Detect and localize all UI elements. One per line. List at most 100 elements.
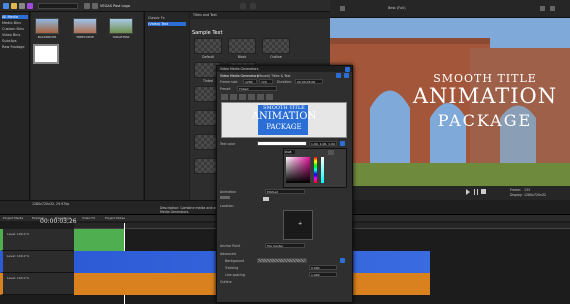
main-toolbar: VEGAS Post Logo [0,0,330,12]
sort-icon[interactable] [92,3,98,9]
play-icon[interactable] [466,189,470,195]
tab-project-media[interactable]: Project Media [3,216,23,220]
section-text-color[interactable]: Text color [220,142,235,146]
timecode-display: 00:00:03;26 [40,218,77,225]
alpha-slider[interactable] [321,157,324,183]
help-icon[interactable] [336,73,341,78]
track-level: Level: 100.0 % [7,254,30,258]
preset-thumb[interactable] [228,38,256,54]
settings-icon[interactable] [340,6,345,11]
save-icon[interactable] [19,3,25,9]
crosshair-icon: + [298,221,303,227]
fx-list-item[interactable]: Classic Fx [148,16,165,20]
text-tools-bar [221,94,299,100]
media-bin-tree: All Media Media Bins Custom Bins Video B… [0,12,30,200]
close-icon[interactable] [345,66,350,72]
dialog-subtitle: Video Media Generators [220,74,259,78]
preset-thumb[interactable] [262,38,290,54]
tree-item-raw-footage[interactable]: Raw Footage [2,45,25,49]
section-location[interactable]: Location [220,204,233,208]
info-icon[interactable] [344,73,349,78]
tab-project-notes[interactable]: Project Notes [105,216,125,220]
frame-size-label: Frame size: [220,80,239,84]
text-color-swatch[interactable] [257,141,307,146]
tile-icon[interactable] [240,3,246,9]
preview-toolbar: Best (Full) [330,0,570,18]
track-header-video2[interactable]: Level: 100.0 % [0,251,74,273]
text-preview-line2: ANIMATION [251,111,317,122]
tab-video-fx[interactable]: Video FX [82,216,95,220]
media-thumb[interactable] [35,18,59,34]
location-pad[interactable]: + [283,210,313,240]
save-frame-icon[interactable] [550,6,555,11]
cut-icon[interactable] [27,3,33,9]
tree-item-media-bins[interactable]: Media Bins [2,21,21,25]
media-thumb-selected[interactable] [33,44,59,64]
tree-item-subclips[interactable]: Subclips [2,39,17,43]
section-outline[interactable]: Outline [220,280,232,284]
open-icon[interactable] [11,3,17,9]
sample-text: Sample Text [192,30,223,36]
line-spacing-field[interactable]: 1.000 [309,272,337,277]
preset-label: Outline [270,55,282,59]
search-input[interactable] [38,3,78,9]
media-thumb-label: TREECURVE [76,35,94,39]
frame-width-field[interactable]: 1280 [243,79,257,84]
bold-icon[interactable] [221,94,228,100]
text-preview-box[interactable]: SMOOTH TITLE ANIMATION PACKAGE [221,102,347,138]
preview-title-line2: ANIMATION [412,84,558,108]
copy-frame-icon[interactable] [540,6,545,11]
hue-slider[interactable] [314,157,317,183]
section-advanced[interactable]: Advanced [220,252,236,256]
tree-item-all-media[interactable]: All Media [2,15,28,19]
tracking-field[interactable]: 0.000 [309,265,337,270]
preview-quality[interactable]: Best (Full) [388,6,406,10]
background-swatch[interactable] [257,258,307,263]
background-label: Background [225,259,245,263]
scale-slider[interactable] [220,196,230,199]
preset-label: Black [237,55,247,59]
scale-thumb[interactable] [263,197,269,201]
color-mode[interactable]: RGB [285,150,295,154]
display-value: 1280x720x32 [524,193,547,197]
align-left-icon[interactable] [239,94,246,100]
keyframe-icon[interactable] [340,141,345,146]
fx-list-item-selected[interactable]: (Video) Text [148,22,186,26]
duration-field[interactable]: 00:00:05;00 [295,79,323,84]
font-icon[interactable] [266,94,273,100]
preset-label: Preset: [220,87,232,91]
list-icon[interactable] [250,3,256,9]
new-icon[interactable] [3,3,9,9]
section-animation[interactable]: Animation [220,190,236,194]
clip-title[interactable] [74,229,124,251]
track-level: Level: 100.0 % [7,276,30,280]
italic-icon[interactable] [230,94,237,100]
animation-select[interactable]: Pitched [265,189,305,194]
pause-icon[interactable] [474,189,478,195]
keyframe-icon[interactable] [340,258,345,263]
color-picker-popup[interactable]: RGB [283,148,347,188]
section-anchor-point[interactable]: Anchor Point [220,244,240,248]
track-level: Level: 100.0 % [7,232,30,236]
track-header-video1[interactable]: Level: 100.0 % [0,229,74,251]
align-right-icon[interactable] [257,94,264,100]
frame-height-field[interactable]: 720 [259,79,273,84]
media-thumb[interactable] [73,18,97,34]
anchor-select[interactable]: Top Center [265,243,305,248]
color-field[interactable] [286,157,310,183]
text-color-values[interactable]: 1.00, 1.00, 1.00 [309,141,337,146]
media-thumb[interactable] [109,18,133,34]
text-preview-line3: PACKAGE [266,123,302,131]
tree-item-video-bins[interactable]: Video Bins [2,33,20,37]
align-center-icon[interactable] [248,94,255,100]
fx-list-panel: Classic Fx (Video) Text [144,12,189,200]
preset-thumb[interactable] [194,38,222,54]
stop-icon[interactable] [481,189,486,194]
eyedropper-icon[interactable] [328,150,334,155]
tree-item-custom-bins[interactable]: Custom Bins [2,27,24,31]
preview-title-line3: PACKAGE [437,111,533,130]
duration-label: Duration: [277,80,292,84]
preset-select[interactable]: Tinted [237,86,277,91]
track-header-video3[interactable]: Level: 100.0 % [0,273,74,295]
view-icon[interactable] [84,3,90,9]
